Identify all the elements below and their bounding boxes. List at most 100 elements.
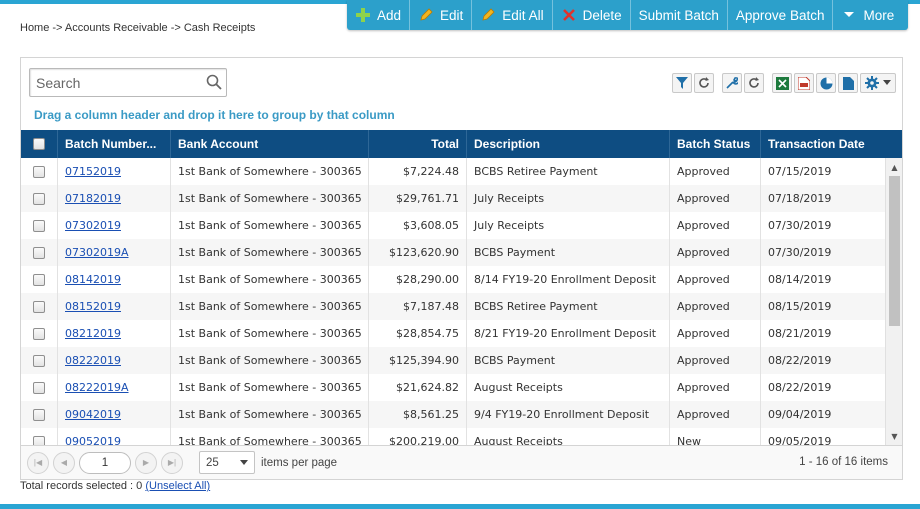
batch-status-cell: Approved — [670, 347, 761, 374]
row-checkbox[interactable] — [33, 327, 45, 340]
table-row[interactable]: 09052019 1st Bank of Somewhere - 300365 $2… — [21, 428, 902, 445]
row-select-cell — [21, 374, 58, 401]
row-checkbox[interactable] — [33, 273, 45, 286]
row-checkbox[interactable] — [33, 408, 45, 421]
search-icon[interactable] — [206, 74, 222, 94]
batch-status-cell: Approved — [670, 401, 761, 428]
batch-number-link[interactable]: 08142019 — [65, 273, 121, 286]
batch-number-link[interactable]: 09052019 — [65, 435, 121, 445]
table-row[interactable]: 08222019 1st Bank of Somewhere - 300365 $1… — [21, 347, 902, 374]
edit-button[interactable]: Edit — [410, 0, 473, 30]
description-cell: August Receipts — [467, 374, 670, 401]
submit-batch-button[interactable]: Submit Batch — [631, 0, 728, 30]
transaction-date-cell: 09/04/2019 — [761, 401, 886, 428]
description-cell: August Receipts — [467, 428, 670, 445]
row-select-cell — [21, 239, 58, 266]
bank-account-cell: 1st Bank of Somewhere - 300365 — [171, 374, 369, 401]
table-row[interactable]: 08212019 1st Bank of Somewhere - 300365 $2… — [21, 320, 902, 347]
row-checkbox[interactable] — [33, 354, 45, 367]
pager: |◀ ◀ 1 ▶ ▶| 25 items per page 1 - 16 of … — [21, 445, 902, 479]
scroll-down-arrow-icon[interactable]: ▼ — [886, 429, 903, 443]
batch-number-link[interactable]: 08212019 — [65, 327, 121, 340]
last-page-icon[interactable]: ▶| — [161, 451, 183, 474]
more-button[interactable]: More — [833, 0, 902, 30]
batch-number-cell: 09042019 — [58, 401, 171, 428]
table-row[interactable]: 08152019 1st Bank of Somewhere - 300365 $7… — [21, 293, 902, 320]
row-checkbox[interactable] — [33, 192, 45, 205]
clear-filter-refresh-icon[interactable] — [694, 73, 714, 93]
bank-account-cell: 1st Bank of Somewhere - 300365 — [171, 239, 369, 266]
row-checkbox[interactable] — [33, 219, 45, 232]
vertical-scrollbar[interactable]: ▲ ▼ — [885, 158, 902, 445]
grid-header: Batch Number... Bank Account Total Descr… — [21, 130, 902, 158]
selected-count-text: Total records selected : 0 — [20, 480, 143, 492]
excel-export-icon[interactable] — [772, 73, 792, 93]
row-checkbox[interactable] — [33, 246, 45, 259]
transaction-date-cell: 08/22/2019 — [761, 347, 886, 374]
transaction-date-cell: 07/30/2019 — [761, 239, 886, 266]
transaction-date-cell: 08/22/2019 — [761, 374, 886, 401]
batch-number-link[interactable]: 09042019 — [65, 408, 121, 421]
batch-number-cell: 07302019 — [58, 212, 171, 239]
header-transaction-date[interactable]: Transaction Date — [761, 130, 886, 158]
group-by-hint[interactable]: Drag a column header and drop it here to… — [34, 108, 395, 122]
description-cell: BCBS Retiree Payment — [467, 158, 670, 185]
page-size-select[interactable]: 25 — [199, 451, 255, 474]
delete-button[interactable]: Delete — [553, 0, 631, 30]
page-number-input[interactable]: 1 — [79, 451, 131, 474]
row-checkbox[interactable] — [33, 435, 45, 445]
batch-number-link[interactable]: 07182019 — [65, 192, 121, 205]
header-batch-status[interactable]: Batch Status — [670, 130, 761, 158]
unselect-all-link[interactable]: (Unselect All) — [145, 480, 210, 492]
description-cell: BCBS Payment — [467, 239, 670, 266]
batch-number-link[interactable]: 07152019 — [65, 165, 121, 178]
batch-number-link[interactable]: 07302019 — [65, 219, 121, 232]
table-row[interactable]: 07182019 1st Bank of Somewhere - 300365 $2… — [21, 185, 902, 212]
total-cell: $21,624.82 — [369, 374, 467, 401]
batch-number-link[interactable]: 08152019 — [65, 300, 121, 313]
row-checkbox[interactable] — [33, 165, 45, 178]
table-row[interactable]: 09042019 1st Bank of Somewhere - 300365 $8… — [21, 401, 902, 428]
select-all-checkbox[interactable] — [33, 138, 45, 150]
edit-label: Edit — [440, 7, 464, 23]
batch-number-link[interactable]: 08222019 — [65, 354, 121, 367]
prev-page-icon[interactable]: ◀ — [53, 451, 75, 474]
bank-account-cell: 1st Bank of Somewhere - 300365 — [171, 266, 369, 293]
reset-layout-refresh-icon[interactable] — [744, 73, 764, 93]
scrollbar-thumb[interactable] — [889, 176, 900, 326]
settings-gear-dropdown[interactable] — [860, 73, 896, 93]
search-input[interactable] — [30, 69, 200, 96]
more-label: More — [863, 7, 895, 23]
add-button[interactable]: Add — [347, 0, 411, 30]
document-icon[interactable] — [838, 73, 858, 93]
header-description[interactable]: Description — [467, 130, 670, 158]
approve-batch-button[interactable]: Approve Batch — [728, 0, 834, 30]
row-checkbox[interactable] — [33, 300, 45, 313]
next-page-icon[interactable]: ▶ — [135, 451, 157, 474]
table-row[interactable]: 07302019A 1st Bank of Somewhere - 300365 $… — [21, 239, 902, 266]
table-row[interactable]: 08222019A 1st Bank of Somewhere - 300365 $… — [21, 374, 902, 401]
wrench-icon[interactable] — [722, 73, 742, 93]
select-all-header — [21, 130, 58, 158]
row-select-cell — [21, 428, 58, 445]
batch-number-link[interactable]: 08222019A — [65, 381, 129, 394]
table-row[interactable]: 07152019 1st Bank of Somewhere - 300365 $7… — [21, 158, 902, 185]
table-row[interactable]: 08142019 1st Bank of Somewhere - 300365 $2… — [21, 266, 902, 293]
edit-all-button[interactable]: Edit All — [472, 0, 553, 30]
batch-status-cell: Approved — [670, 374, 761, 401]
pdf-export-icon[interactable] — [794, 73, 814, 93]
table-row[interactable]: 07302019 1st Bank of Somewhere - 300365 $3… — [21, 212, 902, 239]
transaction-date-cell: 08/14/2019 — [761, 266, 886, 293]
chart-icon[interactable] — [816, 73, 836, 93]
filter-icon[interactable] — [672, 73, 692, 93]
batch-status-cell: Approved — [670, 185, 761, 212]
items-per-page-label: items per page — [261, 456, 338, 469]
batch-number-link[interactable]: 07302019A — [65, 246, 129, 259]
header-bank-account[interactable]: Bank Account — [171, 130, 369, 158]
delete-label: Delete — [582, 7, 622, 23]
scroll-up-arrow-icon[interactable]: ▲ — [886, 160, 903, 174]
row-checkbox[interactable] — [33, 381, 45, 394]
first-page-icon[interactable]: |◀ — [27, 451, 49, 474]
header-batch-number[interactable]: Batch Number... — [58, 130, 171, 158]
header-total[interactable]: Total — [369, 130, 467, 158]
